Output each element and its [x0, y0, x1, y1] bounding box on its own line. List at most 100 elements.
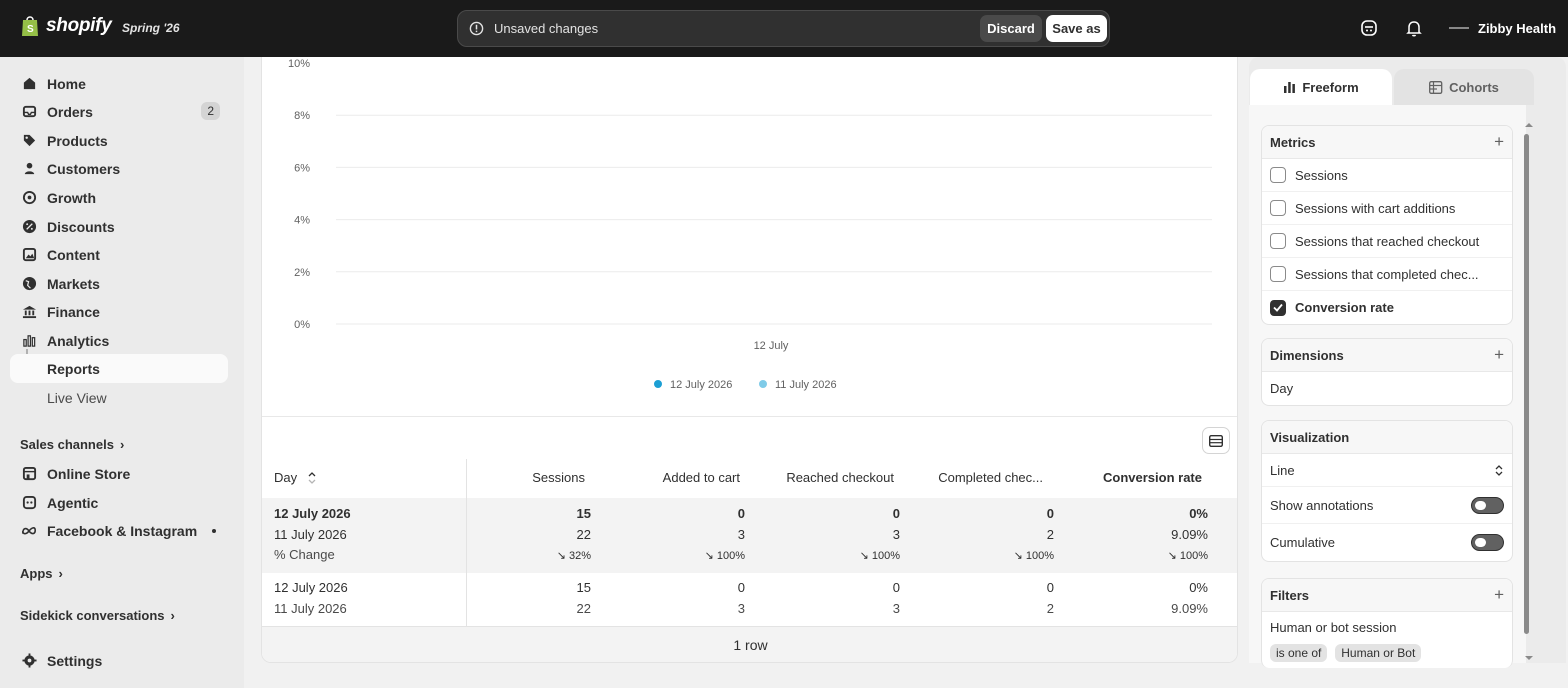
metric-option-cart-additions[interactable]: Sessions with cart additions — [1262, 192, 1512, 225]
table-icon — [1209, 434, 1223, 447]
apps-label: Apps — [20, 566, 53, 581]
change-value: 100% — [1179, 550, 1208, 562]
conversion-current: 0% — [1189, 506, 1208, 521]
metrics-title: Metrics — [1270, 134, 1316, 150]
metric-option-completed-checkout[interactable]: Sessions that completed chec... — [1262, 258, 1512, 291]
sidebar-item-settings[interactable]: Settings — [10, 646, 228, 675]
shopify-logo[interactable]: S shopify — [20, 14, 112, 38]
filter-item[interactable]: Human or bot session — [1262, 612, 1512, 642]
panel-scrollbar[interactable] — [1524, 134, 1529, 634]
tab-label: Cohorts — [1449, 79, 1499, 95]
apps-heading[interactable]: Apps › — [20, 566, 63, 581]
x-tick-label: 12 July — [754, 340, 789, 352]
checkbox[interactable] — [1270, 200, 1286, 216]
sidebar-item-finance[interactable]: Finance — [10, 297, 228, 326]
metric-label: Sessions with cart additions — [1295, 200, 1456, 216]
sidekick-icon[interactable] — [1359, 18, 1379, 38]
reached-previous: 3 — [892, 527, 900, 542]
sidebar-item-agentic[interactable]: Agentic — [10, 488, 228, 517]
visualization-type-select[interactable]: Line — [1262, 454, 1512, 487]
sort-icon[interactable] — [307, 471, 317, 485]
panel-scroll-area: Metrics + Sessions Sessions with cart ad… — [1249, 105, 1526, 668]
table-settings-button[interactable] — [1202, 427, 1230, 454]
sidebar-item-label: Agentic — [47, 494, 99, 511]
y-tick-label: 0% — [294, 319, 310, 331]
edition-label[interactable]: Spring '26 — [122, 21, 180, 35]
scroll-down-icon[interactable] — [1524, 654, 1534, 662]
store-avatar — [1446, 18, 1472, 38]
discard-button[interactable]: Discard — [980, 15, 1042, 42]
column-header-conversion-rate[interactable]: Conversion rate — [1103, 470, 1202, 485]
metrics-header: Metrics + — [1262, 126, 1512, 159]
filters-header: Filters + — [1262, 579, 1512, 612]
sidebar-item-facebook-instagram[interactable]: Facebook & Instagram — [10, 516, 228, 545]
checkbox[interactable] — [1270, 233, 1286, 249]
metric-option-sessions[interactable]: Sessions — [1262, 159, 1512, 192]
filters-title: Filters — [1270, 587, 1310, 603]
column-header-reached-checkout[interactable]: Reached checkout — [786, 470, 894, 485]
column-header-completed-checkout[interactable]: Completed chec... — [938, 470, 1043, 485]
sidebar-item-customers[interactable]: Customers — [10, 154, 228, 183]
sidebar-item-markets[interactable]: Markets — [10, 269, 228, 298]
checkbox-checked[interactable] — [1270, 299, 1286, 316]
save-as-button[interactable]: Save as — [1046, 15, 1107, 42]
add-metric-icon[interactable]: + — [1494, 132, 1504, 152]
sidebar-item-analytics[interactable]: Analytics — [10, 326, 228, 355]
tab-cohorts[interactable]: Cohorts — [1394, 69, 1534, 105]
bell-icon[interactable] — [1404, 18, 1424, 38]
sidebar-item-label: Home — [47, 75, 86, 92]
completed-current: 0 — [1046, 506, 1054, 521]
sidebar-item-products[interactable]: Products — [10, 126, 228, 155]
sidebar-item-reports[interactable]: Reports — [10, 354, 228, 383]
dimension-item-day[interactable]: Day — [1262, 372, 1512, 405]
legend-label[interactable]: 11 July 2026 — [775, 379, 837, 391]
checkbox[interactable] — [1270, 266, 1286, 282]
agent-icon — [21, 495, 37, 511]
sidebar-item-label: Online Store — [47, 465, 131, 482]
checkbox[interactable] — [1270, 167, 1286, 183]
sidebar-item-growth[interactable]: Growth — [10, 183, 228, 212]
store-switcher[interactable]: Zibby Health — [1446, 18, 1556, 38]
column-header-day[interactable]: Day — [274, 470, 297, 485]
unsaved-changes-bar: Unsaved changes Discard Save as — [457, 10, 1110, 47]
sidebar-item-home[interactable]: Home — [10, 69, 228, 98]
scroll-up-icon[interactable] — [1524, 121, 1534, 129]
sidekick-conversations-heading[interactable]: Sidekick conversations › — [20, 608, 175, 623]
sidebar-item-live-view[interactable]: Live View — [10, 383, 228, 412]
row-day-current: 12 July 2026 — [274, 506, 351, 521]
cumulative-row: Cumulative — [1262, 524, 1512, 561]
chevron-right-icon: › — [119, 437, 125, 452]
column-header-sessions[interactable]: Sessions — [532, 470, 585, 485]
column-header-added-to-cart[interactable]: Added to cart — [663, 470, 740, 485]
add-filter-icon[interactable]: + — [1494, 585, 1504, 605]
tab-freeform[interactable]: Freeform — [1250, 69, 1392, 105]
filter-operator-pill[interactable]: is one of — [1270, 644, 1328, 662]
sidebar-item-discounts[interactable]: Discounts — [10, 212, 228, 241]
metric-option-conversion-rate[interactable]: Conversion rate — [1262, 291, 1512, 324]
sidebar-item-orders[interactable]: Orders 2 — [10, 97, 228, 126]
show-annotations-toggle[interactable] — [1471, 496, 1504, 514]
completed-current: 0 — [1046, 580, 1054, 595]
table-row — [262, 498, 1237, 573]
sidebar-item-content[interactable]: Content — [10, 240, 228, 269]
metric-option-reached-checkout[interactable]: Sessions that reached checkout — [1262, 225, 1512, 258]
y-tick-label: 4% — [294, 215, 310, 227]
cumulative-toggle[interactable] — [1471, 534, 1504, 551]
sidebar-item-label: Growth — [47, 189, 96, 206]
legend-label[interactable]: 12 July 2026 — [670, 379, 732, 391]
metric-label: Conversion rate — [1295, 300, 1394, 315]
table-footer-row-count: 1 row — [262, 626, 1237, 662]
filter-value-pill[interactable]: Human or Bot — [1335, 644, 1422, 662]
sidebar-item-label: Discounts — [47, 218, 115, 235]
sales-channels-heading[interactable]: Sales channels › — [20, 437, 124, 452]
add-dimension-icon[interactable]: + — [1494, 345, 1504, 365]
checkmark-icon — [1273, 303, 1283, 312]
y-tick-label: 10% — [288, 58, 310, 70]
dimensions-header: Dimensions + — [1262, 339, 1512, 372]
viz-mode-tabs: Freeform Cohorts — [1249, 69, 1534, 105]
row-day-previous: 11 July 2026 — [274, 527, 347, 542]
bar-chart-icon — [21, 333, 37, 349]
sidebar-item-online-store[interactable]: Online Store — [10, 459, 228, 488]
alert-circle-icon — [469, 21, 484, 36]
dimensions-title: Dimensions — [1270, 347, 1344, 363]
